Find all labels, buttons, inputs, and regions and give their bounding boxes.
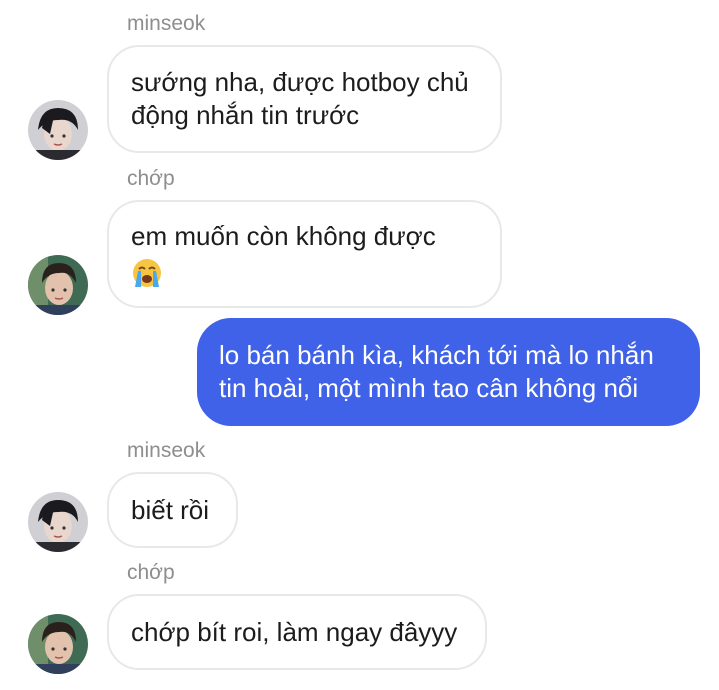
minseok-avatar[interactable]: [28, 100, 88, 160]
sender-name: chớp: [127, 561, 175, 584]
minseok-avatar[interactable]: [28, 492, 88, 552]
sender-name: minseok: [127, 439, 206, 462]
sender-name: chớp: [127, 167, 175, 190]
incoming-message-bubble[interactable]: biết rồi: [107, 472, 238, 548]
loudly-crying-face-icon: [131, 257, 163, 289]
message-text-line: động nhắn tin trước: [131, 100, 360, 130]
message-text-line: lo bán bánh kìa, khách tới mà lo nhắn: [219, 340, 654, 370]
message-text-line: em muốn còn không được: [131, 220, 436, 251]
message-text-line: tin hoài, một mình tao cân không nổi: [219, 373, 639, 403]
chop-avatar[interactable]: [28, 614, 88, 674]
chop-avatar[interactable]: [28, 255, 88, 315]
incoming-message-bubble[interactable]: chớp bít roi, làm ngay đâyyy: [107, 594, 487, 670]
message-text-line: chớp bít roi, làm ngay đâyyy: [131, 616, 458, 647]
chat-thread: minseok sướng nha, được hotboy chủ động …: [0, 0, 719, 690]
sender-name: minseok: [127, 12, 206, 35]
incoming-message-bubble[interactable]: em muốn còn không được: [107, 200, 502, 308]
outgoing-message-bubble[interactable]: lo bán bánh kìa, khách tới mà lo nhắn ti…: [197, 318, 700, 426]
incoming-message-bubble[interactable]: sướng nha, được hotboy chủ động nhắn tin…: [107, 45, 502, 153]
message-text-line: biết rồi: [131, 494, 210, 525]
message-text-line: sướng nha, được hotboy chủ: [131, 67, 469, 97]
